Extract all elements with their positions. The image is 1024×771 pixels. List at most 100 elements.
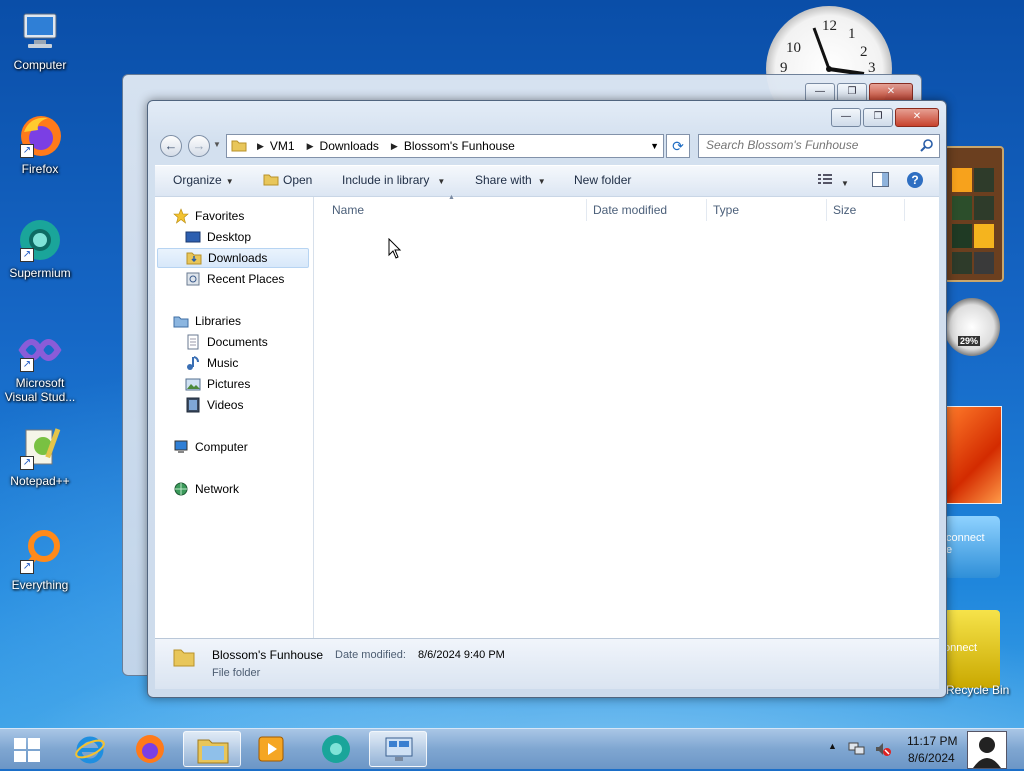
new-folder-button[interactable]: New folder (574, 173, 631, 187)
show-hidden-icons-button[interactable]: ▲ (828, 741, 837, 751)
column-header-date-modified[interactable]: Date modified (593, 203, 667, 217)
nav-downloads[interactable]: Downloads (157, 248, 309, 268)
desktop-icon-computer[interactable]: Computer (0, 8, 80, 72)
show-desktop-button[interactable] (967, 731, 1007, 769)
taskbar-supermium[interactable] (307, 731, 365, 767)
nav-favorites[interactable]: Favorites (173, 206, 244, 226)
search-input[interactable] (699, 135, 916, 155)
nav-documents[interactable]: Documents (185, 332, 268, 352)
taskbar-remote-desktop[interactable] (369, 731, 427, 767)
organize-menu[interactable]: Organize ▼ (173, 173, 234, 187)
preview-pane-icon (872, 172, 889, 187)
address-dropdown-icon[interactable]: ▼ (650, 141, 659, 151)
desktop-icon-firefox[interactable]: ↗ Firefox (0, 112, 80, 176)
open-button[interactable]: Open (263, 173, 312, 187)
tray-date[interactable]: 8/6/2024 (908, 751, 955, 765)
file-list[interactable]: ▲ Name Date modified Type Size (314, 194, 939, 639)
column-divider[interactable] (586, 199, 587, 221)
view-options-button[interactable]: ▼ (817, 172, 849, 189)
tray-time[interactable]: 11:17 PM (907, 734, 957, 748)
supermium-icon: ↗ (16, 216, 64, 264)
details-pane: Blossom's Funhouse Date modified: 8/6/20… (155, 638, 939, 689)
search-box[interactable] (698, 134, 940, 158)
preview-pane-button[interactable] (872, 172, 889, 190)
forward-button[interactable]: → (188, 135, 210, 157)
column-header-size[interactable]: Size (833, 203, 856, 217)
nav-recent-places[interactable]: Recent Places (185, 269, 284, 289)
nav-pictures[interactable]: Pictures (185, 374, 250, 394)
taskbar-file-explorer[interactable] (183, 731, 241, 767)
nav-computer[interactable]: Computer (173, 437, 248, 457)
desktop-icon-label: Everything (11, 578, 69, 592)
desktop-icon-label: Supermium (9, 266, 71, 280)
start-icon (14, 738, 40, 762)
column-divider[interactable] (826, 199, 827, 221)
refresh-button[interactable]: ⟳ (666, 134, 690, 158)
desktop-icon-supermium[interactable]: ↗ Supermium (0, 216, 80, 280)
cpu-meter-gadget[interactable]: 29% (944, 298, 1000, 356)
address-bar[interactable]: ▶ VM1 ▶ Downloads ▶ Blossom's Funhouse ▼ (226, 134, 664, 158)
puzzle-tiles-icon (952, 168, 994, 274)
firefox-icon: ↗ (16, 112, 64, 160)
minimize-button[interactable]: — (831, 108, 861, 127)
connect-gadget-2[interactable]: onnect (944, 610, 1000, 688)
caret-down-icon: ▼ (225, 177, 234, 186)
internet-explorer-icon (75, 736, 105, 764)
slideshow-gadget[interactable] (944, 406, 1002, 504)
breadcrumb-blossoms-funhouse[interactable]: Blossom's Funhouse (404, 139, 515, 153)
shortcut-arrow-icon: ↗ (20, 248, 34, 262)
taskbar-media-player[interactable] (243, 731, 301, 767)
taskbar: ▲ 11:17 PM 8/6/2024 (0, 728, 1024, 769)
back-button[interactable]: ← (160, 135, 182, 157)
desktop-icon-notepadpp[interactable]: ↗ Notepad++ (0, 424, 80, 488)
column-header-type[interactable]: Type (713, 203, 739, 217)
downloads-folder-icon (186, 252, 202, 265)
file-explorer-icon (197, 739, 229, 764)
notepadpp-icon: ↗ (16, 424, 64, 472)
desktop: Computer ↗ Firefox ↗ Supermium ↗ Microso… (0, 0, 1024, 728)
documents-icon (187, 334, 199, 350)
details-date-label: Date modified: (335, 649, 406, 661)
everything-icon: ↗ (16, 528, 64, 576)
computer-icon (174, 440, 188, 453)
nav-desktop[interactable]: Desktop (185, 227, 251, 247)
desktop-icon-visual-studio[interactable]: ↗ Microsoft Visual Stud... (0, 326, 80, 404)
nav-libraries[interactable]: Libraries (173, 311, 241, 331)
column-header-name[interactable]: Name (332, 203, 364, 217)
mouse-cursor-icon (388, 238, 402, 259)
recycle-bin-label[interactable]: Recycle Bin (946, 683, 1009, 697)
column-divider[interactable] (904, 199, 905, 221)
desktop-icon-label: Notepad++ (10, 474, 70, 488)
svg-text:?: ? (911, 173, 918, 187)
caret-down-icon: ▼ (437, 177, 446, 186)
nav-music[interactable]: Music (185, 353, 238, 373)
breadcrumb-separator-icon[interactable]: ▶ (307, 141, 314, 152)
close-button[interactable]: ✕ (895, 108, 939, 127)
search-icon[interactable] (920, 138, 934, 152)
taskbar-firefox[interactable] (121, 731, 179, 767)
breadcrumb-downloads[interactable]: Downloads (320, 139, 379, 153)
shortcut-arrow-icon: ↗ (20, 358, 34, 372)
help-button[interactable]: ? (906, 171, 924, 192)
breadcrumb-separator-icon[interactable]: ▶ (257, 141, 264, 152)
recent-pages-chevron-icon[interactable]: ▼ (213, 140, 221, 149)
include-in-library-menu[interactable]: Include in library ▼ (342, 173, 445, 187)
nav-network[interactable]: Network (173, 479, 239, 499)
column-divider[interactable] (706, 199, 707, 221)
network-icon (174, 482, 188, 496)
volume-muted-icon[interactable] (874, 741, 892, 757)
desktop-icon-everything[interactable]: ↗ Everything (0, 528, 80, 592)
share-with-menu[interactable]: Share with ▼ (475, 173, 546, 187)
caret-down-icon: ▼ (537, 177, 546, 186)
caret-down-icon: ▼ (841, 179, 849, 188)
connect-gadget[interactable]: connect e (944, 516, 1000, 578)
breadcrumb-separator-icon[interactable]: ▶ (391, 141, 398, 152)
start-button[interactable] (0, 731, 54, 767)
network-tray-icon[interactable] (848, 741, 866, 757)
breadcrumb-vm1[interactable]: VM1 (270, 139, 295, 153)
game-gadget[interactable] (944, 146, 1004, 282)
maximize-button[interactable]: ❐ (863, 108, 893, 127)
explorer-window[interactable]: — ❐ ✕ ← → ▼ ▶ VM1 ▶ Downloads ▶ Blossom'… (147, 100, 947, 698)
nav-videos[interactable]: Videos (185, 395, 243, 415)
taskbar-internet-explorer[interactable] (61, 731, 119, 767)
